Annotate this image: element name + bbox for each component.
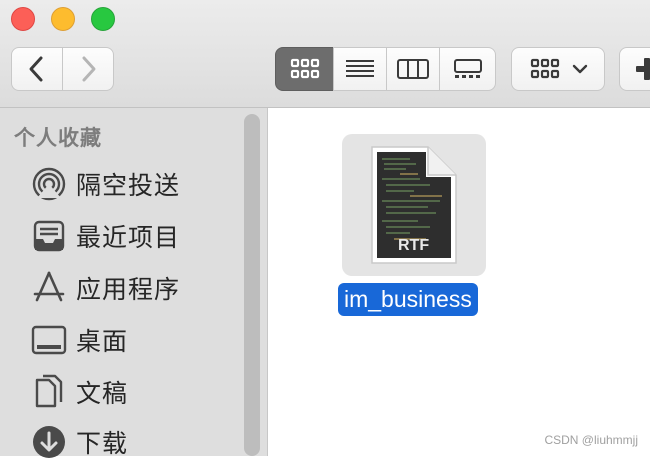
icon-view-icon — [290, 58, 319, 79]
sidebar-item-label: 最近项目 — [76, 224, 181, 252]
sidebar-item-label: 隔空投送 — [76, 172, 181, 200]
grid-icon — [530, 58, 560, 79]
gear-icon — [636, 58, 650, 80]
sidebar-item-documents[interactable]: 文稿 — [30, 372, 128, 412]
icon-view-button[interactable] — [275, 47, 334, 91]
forward-button[interactable] — [62, 47, 114, 91]
sidebar-item-label: 桌面 — [76, 328, 129, 356]
watermark: CSDN @liuhmmjj — [544, 433, 638, 447]
file-name-label[interactable]: im_business — [338, 283, 478, 316]
back-button[interactable] — [11, 47, 63, 91]
minimize-button[interactable] — [51, 7, 75, 31]
gallery-view-button[interactable] — [439, 47, 496, 91]
action-button[interactable] — [619, 47, 650, 91]
rtf-badge: RTF — [398, 237, 430, 254]
toolbar — [0, 0, 650, 108]
close-button[interactable] — [11, 7, 35, 31]
documents-icon — [30, 373, 68, 411]
sidebar: 个人收藏 隔空投送 最近项目 应用程序 桌面 文稿 下载 — [0, 108, 268, 458]
file-browser-area: RTF im_business CSDN @liuhmmjj — [268, 108, 650, 456]
column-view-button[interactable] — [386, 47, 440, 91]
desktop-icon — [30, 321, 68, 359]
sidebar-item-label: 应用程序 — [76, 276, 181, 304]
list-view-icon — [346, 60, 374, 77]
sidebar-item-recents[interactable]: 最近项目 — [30, 216, 180, 256]
group-by-button[interactable] — [511, 47, 605, 91]
sidebar-section-title: 个人收藏 — [14, 127, 102, 150]
gallery-view-icon — [453, 59, 482, 78]
chevron-right-icon — [82, 56, 96, 82]
chevron-left-icon — [29, 56, 43, 82]
file-icon-tile[interactable]: RTF — [342, 134, 486, 276]
airdrop-icon — [30, 165, 68, 203]
applications-icon — [30, 269, 68, 307]
sidebar-item-airdrop[interactable]: 隔空投送 — [30, 164, 180, 204]
column-view-icon — [397, 59, 429, 79]
chevron-down-icon — [572, 64, 588, 74]
list-view-button[interactable] — [333, 47, 387, 91]
sidebar-item-desktop[interactable]: 桌面 — [30, 320, 128, 360]
downloads-icon — [30, 423, 68, 461]
sidebar-item-label: 文稿 — [76, 380, 129, 408]
sidebar-item-applications[interactable]: 应用程序 — [30, 268, 180, 308]
sidebar-item-downloads[interactable]: 下载 — [30, 422, 128, 462]
sidebar-item-label: 下载 — [76, 430, 129, 458]
recents-icon — [30, 217, 68, 255]
zoom-button[interactable] — [91, 7, 115, 31]
sidebar-scrollbar[interactable] — [244, 114, 260, 456]
